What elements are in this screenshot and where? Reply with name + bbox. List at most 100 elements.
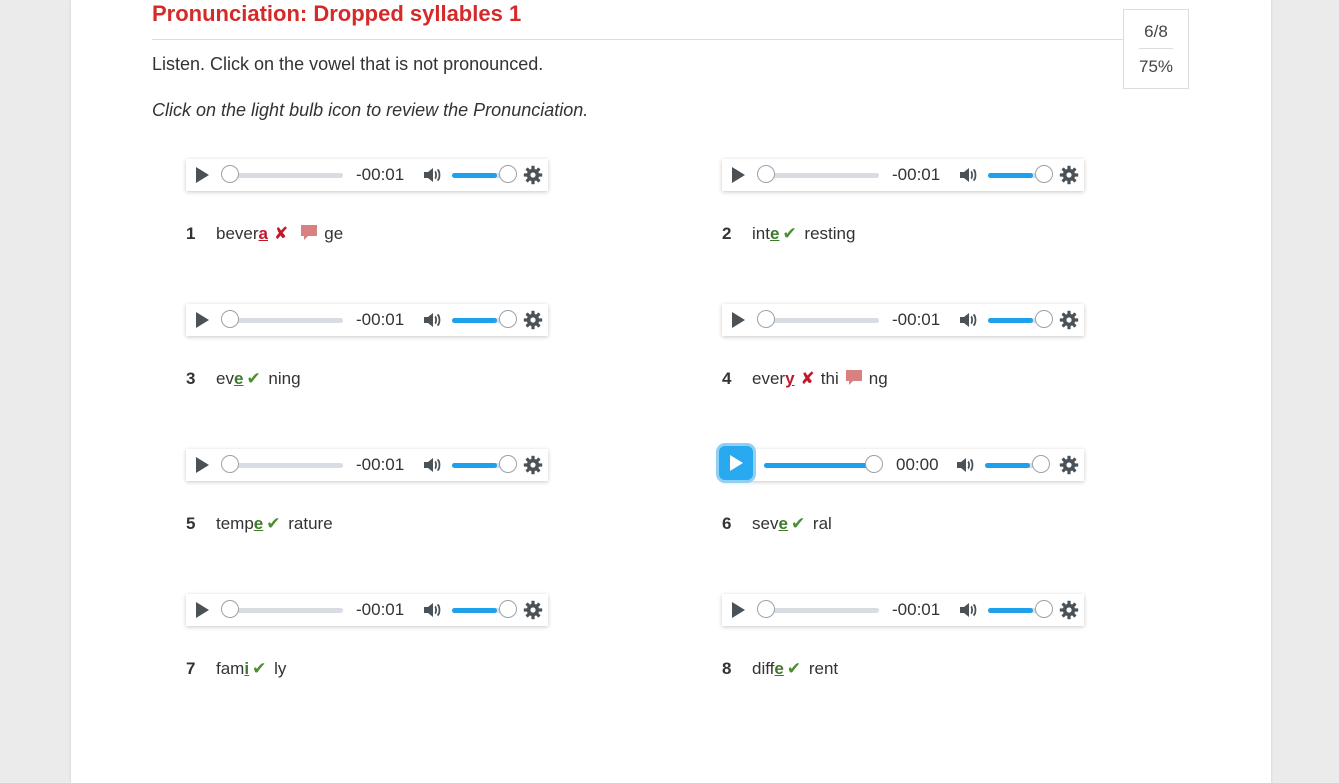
volume-fill [985,463,1030,468]
selected-vowel[interactable]: e [234,369,243,388]
volume-icon[interactable] [958,310,978,330]
volume-icon[interactable] [958,165,978,185]
speech-bubble-icon[interactable] [845,369,863,387]
play-button[interactable] [192,165,212,185]
progress-handle[interactable] [757,310,775,328]
settings-gear-icon[interactable] [523,165,543,185]
volume-handle[interactable] [499,600,517,618]
volume-fill [452,463,497,468]
play-button[interactable] [728,600,748,620]
progress-track[interactable] [766,318,879,323]
progress-track[interactable] [230,463,343,468]
word-item: 6 seve ✔ ral [722,513,832,535]
volume-icon[interactable] [422,310,442,330]
progress-handle[interactable] [221,455,239,473]
word-prefix[interactable]: diff [752,659,774,678]
volume-icon[interactable] [955,455,975,475]
volume-handle[interactable] [499,165,517,183]
progress-handle[interactable] [757,165,775,183]
audio-player: -00:01 [186,159,548,191]
item-number: 3 [186,369,196,388]
settings-gear-icon[interactable] [1059,165,1079,185]
volume-icon[interactable] [958,600,978,620]
volume-icon[interactable] [422,165,442,185]
word-suffix[interactable]: rature [288,514,332,533]
settings-gear-icon[interactable] [523,455,543,475]
progress-track[interactable] [766,608,879,613]
title-divider [152,39,1124,40]
volume-handle[interactable] [499,310,517,328]
settings-gear-icon[interactable] [523,600,543,620]
progress-handle[interactable] [221,165,239,183]
volume-fill [452,608,497,613]
volume-icon[interactable] [422,455,442,475]
selected-vowel[interactable]: i [244,659,249,678]
word-item: 2 inte ✔ resting [722,223,855,245]
play-button[interactable] [719,446,753,480]
word-prefix[interactable]: int [752,224,770,243]
word-prefix[interactable]: fam [216,659,244,678]
word-suffix[interactable]: ng [869,369,888,388]
progress-fill [764,463,874,468]
settings-gear-icon[interactable] [1059,310,1079,330]
time-display: -00:01 [356,455,405,474]
selected-vowel[interactable]: e [254,514,263,533]
settings-gear-icon[interactable] [523,310,543,330]
word-prefix[interactable]: bever [216,224,259,243]
play-icon [728,165,748,185]
word-suffix[interactable]: ly [274,659,286,678]
volume-icon[interactable] [422,600,442,620]
settings-gear-icon[interactable] [1059,600,1079,620]
word-prefix[interactable]: ever [752,369,785,388]
volume-handle[interactable] [1035,165,1053,183]
correct-check-icon: ✔ [782,224,797,243]
play-button[interactable] [728,310,748,330]
speech-bubble-icon[interactable] [300,224,318,242]
selected-vowel[interactable]: e [770,224,779,243]
selected-vowel[interactable]: a [259,224,268,243]
progress-track[interactable] [230,173,343,178]
word-prefix[interactable]: ev [216,369,234,388]
progress-track[interactable] [230,608,343,613]
word-suffix[interactable]: ge [324,224,343,243]
word-item: 4 every ✘ thi ng [722,368,888,390]
word-suffix[interactable]: rent [809,659,838,678]
word-suffix[interactable]: ral [813,514,832,533]
play-button[interactable] [192,600,212,620]
play-button[interactable] [192,310,212,330]
selected-vowel[interactable]: e [774,659,783,678]
play-button[interactable] [192,455,212,475]
settings-gear-icon[interactable] [1059,455,1079,475]
word-middle[interactable]: thi [821,369,839,388]
score-fraction: 6/8 [1144,22,1168,41]
word-item: 1 bevera ✘ ge [186,223,343,245]
selected-vowel[interactable]: e [778,514,787,533]
progress-handle[interactable] [221,310,239,328]
volume-handle[interactable] [1035,310,1053,328]
correct-check-icon: ✔ [246,369,261,388]
item-number: 5 [186,514,196,533]
score-divider [1139,48,1173,49]
word-suffix[interactable]: resting [804,224,855,243]
progress-track[interactable] [764,463,874,468]
wrong-cross-icon: ✘ [274,224,289,243]
time-display: -00:01 [356,600,405,619]
progress-handle[interactable] [221,600,239,618]
volume-handle[interactable] [499,455,517,473]
item-number: 1 [186,224,196,243]
volume-handle[interactable] [1035,600,1053,618]
word-suffix[interactable]: ning [268,369,300,388]
volume-handle[interactable] [1032,455,1050,473]
play-button[interactable] [728,165,748,185]
word-prefix[interactable]: sev [752,514,778,533]
progress-track[interactable] [766,173,879,178]
selected-vowel[interactable]: y [785,369,794,388]
progress-track[interactable] [230,318,343,323]
audio-player: 00:00 [719,446,1084,481]
word-prefix[interactable]: temp [216,514,254,533]
volume-fill [988,318,1033,323]
correct-check-icon: ✔ [786,659,802,678]
play-icon [728,600,748,620]
progress-handle[interactable] [757,600,775,618]
progress-handle[interactable] [865,455,883,473]
